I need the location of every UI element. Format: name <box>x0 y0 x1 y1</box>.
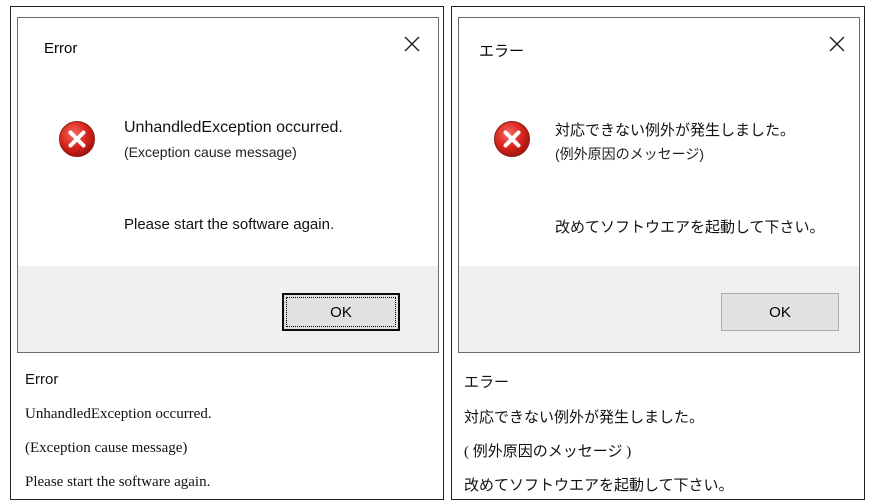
caption-title: エラー <box>464 374 510 391</box>
dialog-title: Error <box>44 40 78 57</box>
caption-line-1: 対応できない例外が発生しました。 <box>464 410 705 426</box>
ok-button[interactable]: OK <box>721 293 839 331</box>
caption-line-3: Please start the software again. <box>25 474 211 490</box>
english-panel: Error UnhandledException occurred. (Exce… <box>10 6 444 500</box>
error-heading: 対応できない例外が発生しました。 <box>555 122 796 139</box>
error-cause-message: (例外原因のメッセージ) <box>555 146 705 162</box>
caption-title: Error <box>25 371 59 388</box>
caption-line-1: UnhandledException occurred. <box>25 406 212 422</box>
caption-line-2: ( 例外原因のメッセージ ) <box>464 444 632 460</box>
ok-button[interactable]: OK <box>282 293 400 331</box>
close-icon[interactable] <box>825 32 849 56</box>
english-error-dialog: Error UnhandledException occurred. (Exce… <box>17 17 439 353</box>
dialog-title: エラー <box>479 43 525 60</box>
error-circle-icon <box>494 121 530 157</box>
error-heading: UnhandledException occurred. <box>124 119 343 136</box>
error-circle-icon <box>59 121 95 157</box>
japanese-error-dialog: エラー 対応できない例外が発生しました。 (例外原因のメッセージ) 改めてソフト… <box>458 17 860 353</box>
error-cause-message: (Exception cause message) <box>124 144 297 160</box>
restart-instruction: Please start the software again. <box>124 216 335 233</box>
caption-line-2: (Exception cause message) <box>25 440 188 456</box>
caption-line-3: 改めてソフトウエアを起動して下さい。 <box>464 478 734 494</box>
japanese-panel: エラー 対応できない例外が発生しました。 (例外原因のメッセージ) 改めてソフト… <box>451 6 865 500</box>
restart-instruction: 改めてソフトウエアを起動して下さい。 <box>555 219 825 236</box>
close-icon[interactable] <box>400 32 424 56</box>
